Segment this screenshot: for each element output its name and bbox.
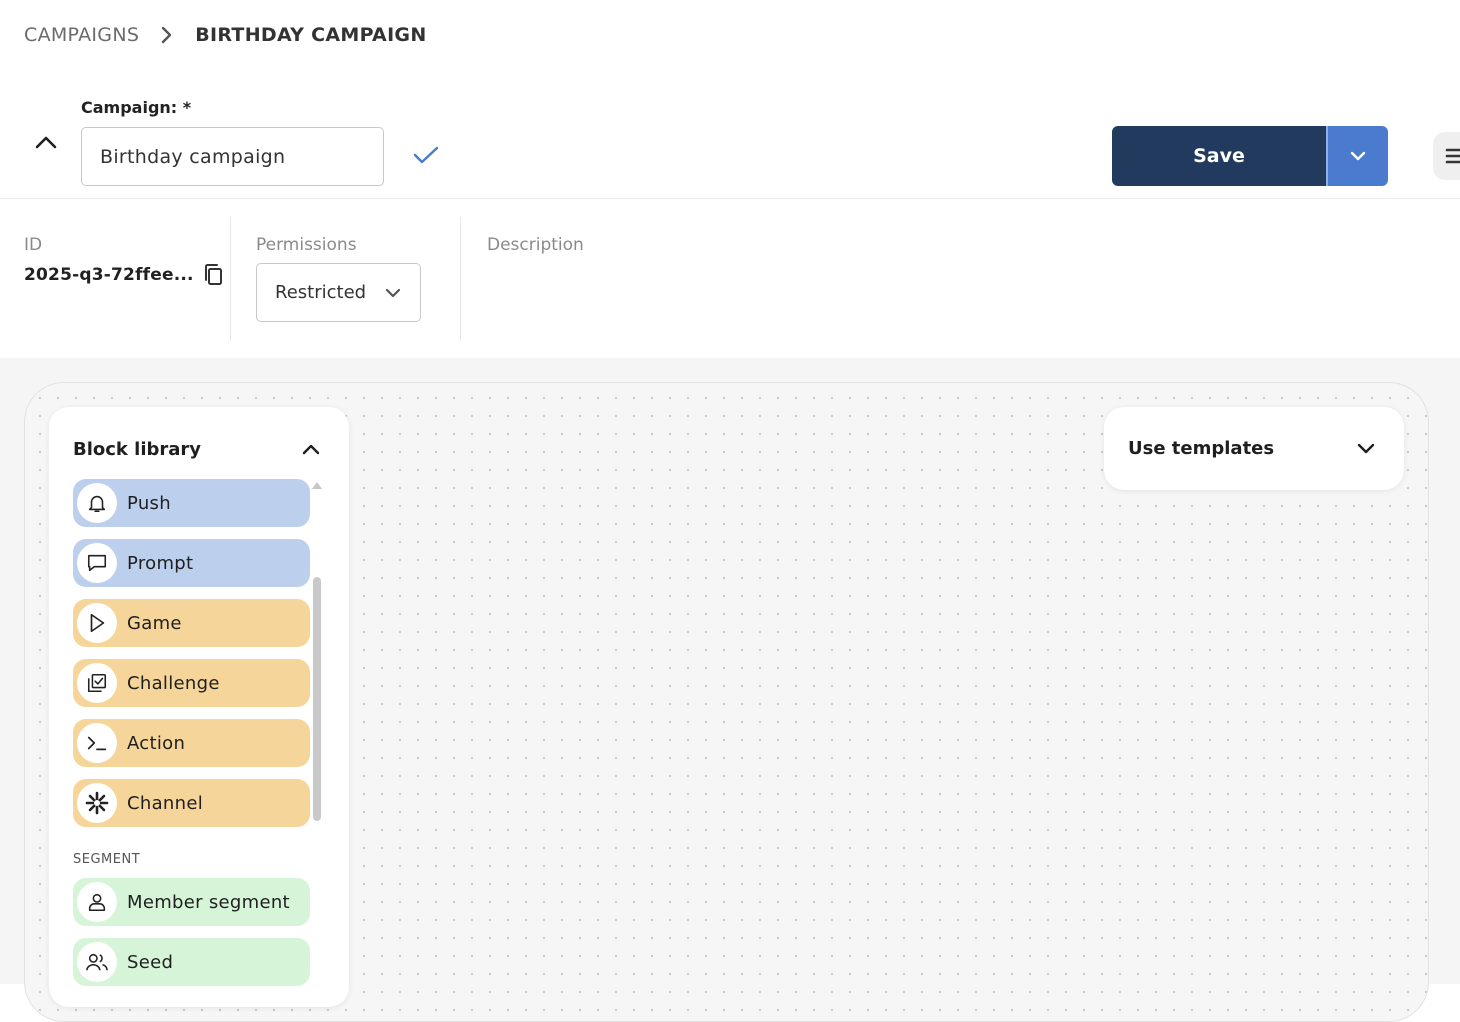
block-label: Action	[127, 732, 186, 754]
library-scrollbar[interactable]	[313, 577, 321, 821]
permissions-label: Permissions	[256, 235, 357, 255]
user-icon	[77, 882, 117, 922]
top-header: CAMPAIGNS BIRTHDAY CAMPAIGN Campaign: * …	[0, 0, 1460, 198]
copy-icon[interactable]	[202, 263, 224, 287]
use-templates-label: Use templates	[1128, 438, 1275, 459]
block-label: Game	[127, 612, 182, 634]
asterisk-icon	[77, 783, 117, 823]
id-label: ID	[24, 235, 43, 255]
play-icon	[77, 603, 117, 643]
block-library-panel: Block library Push Prompt Game Challenge	[49, 407, 349, 1007]
block-seed[interactable]: Seed	[73, 938, 310, 986]
breadcrumb-current: BIRTHDAY CAMPAIGN	[195, 24, 427, 46]
block-channel[interactable]: Channel	[73, 779, 310, 827]
save-button-group: Save	[1112, 126, 1388, 186]
chevron-down-icon	[1350, 151, 1366, 161]
collapse-library-button[interactable]	[299, 437, 323, 461]
block-challenge[interactable]: Challenge	[73, 659, 310, 707]
block-label: Seed	[127, 951, 174, 973]
terminal-icon	[77, 723, 117, 763]
message-icon	[77, 543, 117, 583]
block-library-title: Block library	[73, 438, 202, 460]
block-label: Channel	[127, 792, 203, 814]
use-templates-dropdown[interactable]: Use templates	[1104, 407, 1404, 490]
chevron-up-icon	[35, 136, 57, 149]
block-label: Challenge	[127, 672, 220, 694]
block-label: Push	[127, 492, 171, 514]
permissions-select[interactable]: Restricted	[256, 263, 421, 322]
checkmark-icon[interactable]	[412, 143, 440, 167]
collapse-header-button[interactable]	[30, 128, 62, 156]
block-game[interactable]: Game	[73, 599, 310, 647]
permissions-value: Restricted	[275, 282, 367, 303]
bell-icon	[77, 483, 117, 523]
permissions-section: Permissions Restricted	[230, 217, 460, 341]
campaign-name-label: Campaign: *	[81, 98, 192, 117]
description-label: Description	[487, 235, 584, 255]
block-label: Member segment	[127, 891, 290, 913]
save-button[interactable]: Save	[1112, 126, 1326, 186]
breadcrumb-campaigns-link[interactable]: CAMPAIGNS	[24, 24, 139, 46]
description-section: Description	[460, 217, 1060, 341]
scroll-up-arrow[interactable]	[312, 482, 322, 489]
block-label: Prompt	[127, 552, 194, 574]
save-options-button[interactable]	[1326, 126, 1388, 186]
chevron-right-icon	[161, 26, 173, 44]
campaign-name-input[interactable]	[81, 127, 384, 186]
menu-icon	[1445, 148, 1460, 164]
users-icon	[77, 942, 117, 982]
chevron-down-icon	[1357, 443, 1375, 453]
breadcrumb: CAMPAIGNS BIRTHDAY CAMPAIGN	[24, 24, 427, 46]
campaign-meta-bar: ID 2025-q3-72ffee... Permissions Restric…	[0, 198, 1460, 358]
id-value: 2025-q3-72ffee...	[24, 265, 194, 285]
block-prompt[interactable]: Prompt	[73, 539, 310, 587]
checklist-icon	[77, 663, 117, 703]
chevron-up-icon	[302, 444, 320, 455]
block-push[interactable]: Push	[73, 479, 310, 527]
block-member-segment[interactable]: Member segment	[73, 878, 310, 926]
side-menu-button[interactable]	[1433, 132, 1460, 180]
id-section: ID 2025-q3-72ffee...	[24, 217, 230, 341]
segment-section-label: SEGMENT	[73, 852, 141, 867]
chevron-down-icon	[385, 288, 401, 297]
block-action[interactable]: Action	[73, 719, 310, 767]
